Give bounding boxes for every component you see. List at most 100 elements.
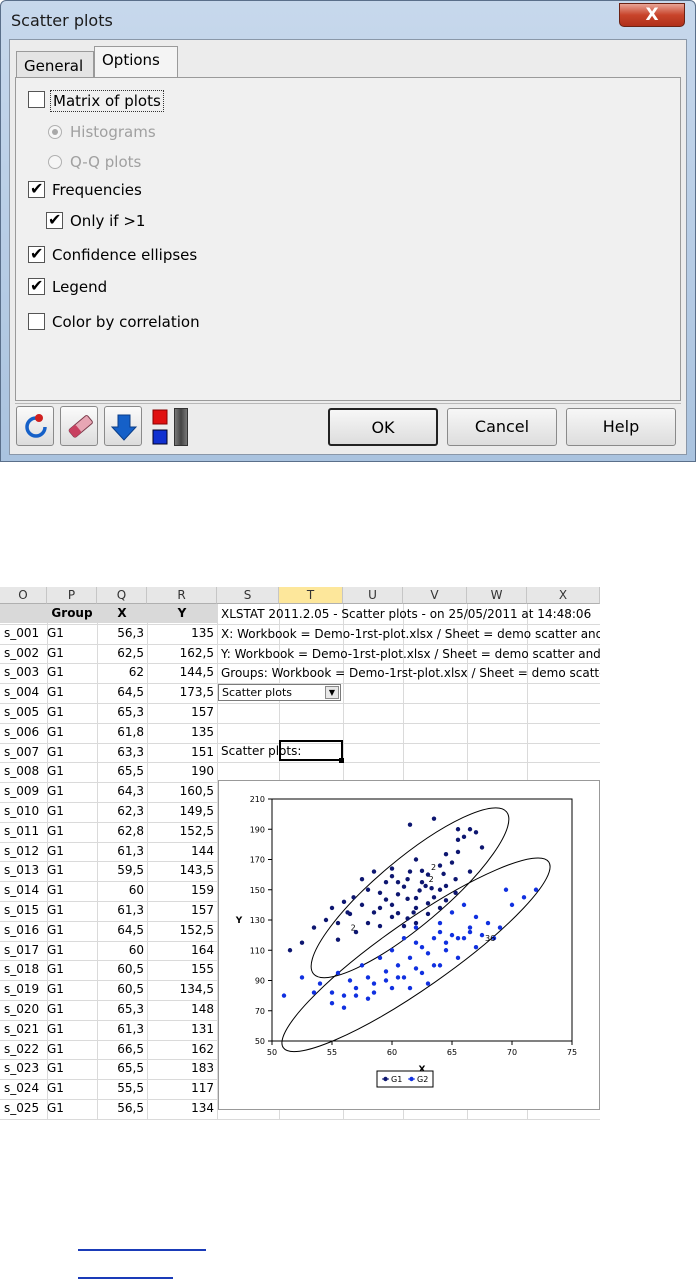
cell-x[interactable]: 62,3 — [97, 802, 144, 821]
cell-id[interactable]: s_011 — [4, 822, 47, 841]
cell-group[interactable]: G1 — [47, 941, 97, 960]
move-down-button[interactable] — [104, 406, 142, 446]
cell-id[interactable]: s_022 — [4, 1040, 47, 1059]
cell-id[interactable]: s_006 — [4, 723, 47, 742]
cell-group[interactable]: G1 — [47, 683, 97, 702]
cell-x[interactable]: 65,3 — [97, 703, 144, 722]
cell-y[interactable]: 117 — [147, 1079, 214, 1098]
cell-y[interactable]: 162 — [147, 1040, 214, 1059]
header-y[interactable]: Y — [147, 604, 217, 623]
cell-x[interactable]: 65,3 — [97, 1000, 144, 1019]
cell-y[interactable]: 173,5 — [147, 683, 214, 702]
cell-id[interactable]: s_016 — [4, 921, 47, 940]
cell-group[interactable]: G1 — [47, 1040, 97, 1059]
cell-x[interactable]: 61,3 — [97, 842, 144, 861]
cell-group[interactable]: G1 — [47, 1059, 97, 1078]
cell-x[interactable]: 60 — [97, 881, 144, 900]
column-header-s[interactable]: S — [217, 587, 279, 604]
fill-handle[interactable] — [339, 758, 344, 763]
cell-id[interactable]: s_002 — [4, 644, 47, 663]
cell-x[interactable]: 65,5 — [97, 1059, 144, 1078]
cell-x[interactable]: 59,5 — [97, 861, 144, 880]
color-selector[interactable] — [150, 408, 170, 446]
cell-y[interactable]: 135 — [147, 624, 214, 643]
cell-id[interactable]: s_015 — [4, 901, 47, 920]
cell-y[interactable]: 149,5 — [147, 802, 214, 821]
cell-group[interactable]: G1 — [47, 881, 97, 900]
cell-y[interactable]: 155 — [147, 960, 214, 979]
cell-group[interactable]: G1 — [47, 782, 97, 801]
cell-group[interactable]: G1 — [47, 1119, 97, 1120]
cell-group[interactable]: G1 — [47, 921, 97, 940]
scatter-chart[interactable]: 50 55 60 65 70 75 50 70 90 110 130 150 170 190 210 X Y 2 2… — [218, 780, 600, 1110]
link-underline-1[interactable] — [78, 1249, 206, 1251]
cell-group[interactable]: G1 — [47, 624, 97, 643]
cell-x[interactable]: 66,5 — [97, 1040, 144, 1059]
cell-y[interactable]: 152,5 — [147, 921, 214, 940]
cell-y[interactable]: 152,5 — [147, 822, 214, 841]
cell-id[interactable]: s_023 — [4, 1059, 47, 1078]
cell-id[interactable]: s_020 — [4, 1000, 47, 1019]
cell-x[interactable]: 60,5 — [97, 980, 144, 999]
cell-y[interactable]: 148 — [147, 1000, 214, 1019]
cell-group[interactable]: G1 — [47, 901, 97, 920]
cell-x[interactable]: 64,5 — [97, 683, 144, 702]
cell-group[interactable]: G1 — [47, 703, 97, 722]
cell-group[interactable]: G1 — [47, 960, 97, 979]
cell-id[interactable]: s_026 — [4, 1119, 47, 1120]
column-header-t[interactable]: T — [279, 587, 343, 604]
cell-y[interactable]: 134 — [147, 1099, 214, 1118]
tab-general[interactable]: General — [16, 51, 94, 78]
cell-id[interactable]: s_004 — [4, 683, 47, 702]
column-header-u[interactable]: U — [343, 587, 403, 604]
link-underline-2[interactable] — [78, 1277, 173, 1279]
cell-group[interactable]: G1 — [47, 861, 97, 880]
cell-id[interactable]: s_018 — [4, 960, 47, 979]
cell-group[interactable]: G1 — [47, 1000, 97, 1019]
matrix-of-plots-checkbox[interactable] — [28, 91, 45, 108]
cell-y[interactable]: 144 — [147, 842, 214, 861]
legend-checkbox[interactable]: ✔ — [28, 276, 45, 295]
column-header-p[interactable]: P — [47, 587, 97, 604]
qq-plots-radio[interactable] — [48, 155, 62, 169]
eraser-button[interactable] — [60, 406, 98, 446]
cell-group[interactable]: G1 — [47, 762, 97, 781]
help-button[interactable]: Help — [566, 408, 676, 446]
column-header-x[interactable]: X — [527, 587, 600, 604]
column-header-o[interactable]: O — [0, 587, 47, 604]
cell-x[interactable]: 61,8 — [97, 723, 144, 742]
reset-button[interactable] — [16, 406, 54, 446]
cell-y[interactable]: 159 — [147, 881, 214, 900]
cell-group[interactable]: G1 — [47, 723, 97, 742]
cell-group[interactable]: G1 — [47, 1079, 97, 1098]
cell-id[interactable]: s_025 — [4, 1099, 47, 1118]
header-x[interactable]: X — [97, 604, 147, 623]
cell-x[interactable]: 56,5 — [97, 1099, 144, 1118]
cell-x[interactable]: 63 — [97, 1119, 144, 1120]
cell-group[interactable]: G1 — [47, 663, 97, 682]
frequencies-checkbox[interactable]: ✔ — [28, 179, 45, 198]
column-header-r[interactable]: R — [147, 587, 217, 604]
cell-group[interactable]: G1 — [47, 644, 97, 663]
cell-y[interactable]: 134,5 — [147, 980, 214, 999]
chart-selector-dropdown[interactable]: Scatter plots ▼ — [218, 684, 341, 701]
confidence-ellipses-checkbox[interactable]: ✔ — [28, 244, 45, 263]
header-group[interactable]: Group — [47, 604, 97, 623]
cell-id[interactable]: s_005 — [4, 703, 47, 722]
cell-id[interactable]: s_003 — [4, 663, 47, 682]
cell-y[interactable]: 134 — [147, 1119, 214, 1120]
cell-id[interactable]: s_021 — [4, 1020, 47, 1039]
cell-y[interactable]: 135 — [147, 723, 214, 742]
only-if-gt1-checkbox[interactable]: ✔ — [46, 210, 63, 229]
cell-x[interactable]: 60 — [97, 941, 144, 960]
column-header-w[interactable]: W — [467, 587, 527, 604]
cell-y[interactable]: 162,5 — [147, 644, 214, 663]
cell-x[interactable]: 61,3 — [97, 1020, 144, 1039]
cell-id[interactable]: s_007 — [4, 743, 47, 762]
cell-y[interactable]: 131 — [147, 1020, 214, 1039]
cell-y[interactable]: 143,5 — [147, 861, 214, 880]
cell-y[interactable]: 183 — [147, 1059, 214, 1078]
column-header-q[interactable]: Q — [97, 587, 147, 604]
cell-id[interactable]: s_019 — [4, 980, 47, 999]
cell-id[interactable]: s_024 — [4, 1079, 47, 1098]
